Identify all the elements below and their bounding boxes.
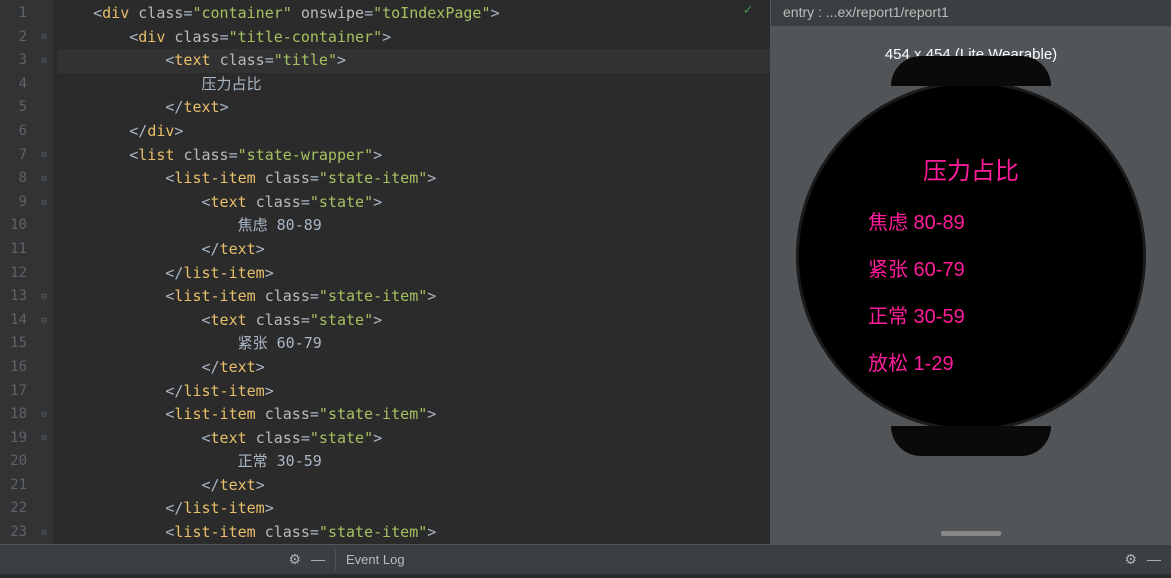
- preview-breadcrumb: entry : ...ex/report1/report1: [771, 0, 1171, 26]
- preview-scrollbar[interactable]: [941, 531, 1001, 536]
- watch-title: 压力占比: [816, 151, 1126, 186]
- gear-icon[interactable]: ⚙: [1124, 551, 1137, 568]
- check-icon: ✓: [744, 2, 752, 18]
- preview-pane: entry : ...ex/report1/report1 454 x 454 …: [770, 0, 1171, 544]
- fold-column[interactable]: ⊟⊟⊟⊟⊟⊟⊟⊟⊟⊟⊟: [35, 0, 53, 544]
- watch-state-item: 正常 30-59: [868, 300, 965, 329]
- watch-state-item: 焦虑 80-89: [868, 206, 965, 235]
- preview-canvas[interactable]: 454 x 454 (Lite Wearable) 压力占比 焦虑 80-89 …: [771, 26, 1171, 544]
- watch-frame: 压力占比 焦虑 80-89 紧张 60-79 正常 30-59 放松 1-29: [796, 81, 1146, 431]
- line-gutter: 123456789101112131415161718192021222324: [0, 0, 35, 544]
- code-editor[interactable]: 123456789101112131415161718192021222324 …: [0, 0, 770, 544]
- minimize-icon[interactable]: —: [1147, 551, 1161, 568]
- watch-screen[interactable]: 压力占比 焦虑 80-89 紧张 60-79 正常 30-59 放松 1-29: [816, 101, 1126, 411]
- watch-state-item: 紧张 60-79: [868, 253, 965, 282]
- watch-state-item: 放松 1-29: [868, 347, 954, 376]
- code-content[interactable]: <div class="container" onswipe="toIndexP…: [53, 0, 770, 544]
- watch-lug-bottom: [891, 426, 1051, 456]
- status-bar: ⚙ — Event Log ⚙ —: [0, 544, 1171, 574]
- minimize-icon[interactable]: —: [311, 551, 325, 568]
- event-log-button[interactable]: Event Log: [336, 552, 405, 567]
- truncated-notice: [0, 574, 1171, 578]
- watch-lug-top: [891, 56, 1051, 86]
- gear-icon[interactable]: ⚙: [288, 551, 301, 568]
